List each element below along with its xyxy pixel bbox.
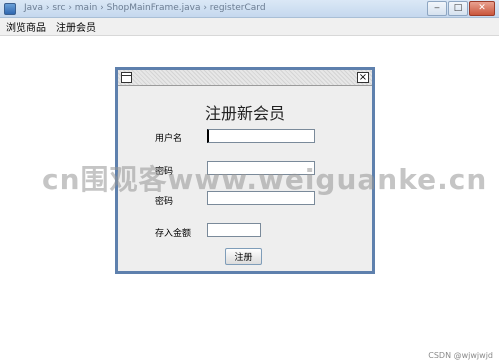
close-window-button[interactable]: ✕	[469, 1, 495, 16]
window-titlebar: Java › src › main › ShopMainFrame.java ›…	[0, 0, 499, 18]
deposit-amount-label: 存入金额	[155, 229, 192, 239]
username-input[interactable]	[207, 129, 315, 143]
dialog-close-button[interactable]: ×	[357, 72, 369, 83]
menu-browse-products[interactable]: 浏览商品	[6, 19, 46, 34]
window-title: Java › src › main › ShopMainFrame.java ›…	[24, 3, 266, 13]
window-icon	[121, 72, 132, 83]
dialog-titlebar[interactable]: ×	[118, 70, 372, 86]
deposit-amount-input[interactable]	[207, 223, 261, 237]
java-app-icon	[4, 3, 16, 15]
watermark: cn围观客www.weiguanke.cn	[42, 163, 488, 196]
dialog-heading: 注册新会员	[204, 104, 285, 123]
maximize-button[interactable]: □	[448, 1, 468, 16]
minimize-button[interactable]: ‒	[427, 1, 447, 16]
menu-bar: 浏览商品 注册会员	[0, 18, 499, 36]
menu-register-member[interactable]: 注册会员	[56, 19, 96, 34]
window-controls: ‒ □ ✕	[427, 1, 495, 16]
register-button[interactable]: 注册	[225, 248, 262, 265]
csdn-credit: CSDN @wjwjwjd	[428, 351, 493, 360]
username-label: 用户名	[155, 134, 183, 144]
